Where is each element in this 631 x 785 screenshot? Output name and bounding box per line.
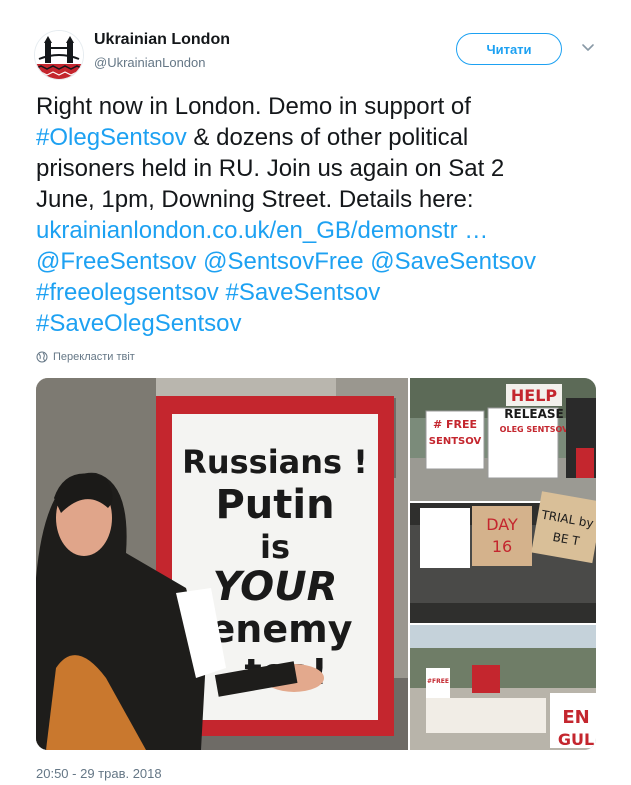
sign-free-small: #FREE [427, 678, 449, 685]
avatar[interactable] [34, 30, 84, 80]
sign-gul: GUL [558, 730, 594, 749]
mention-link[interactable]: @SentsovFree [203, 248, 363, 275]
tweet-text-segment: prisoners held in RU. Join us again on S… [36, 155, 505, 182]
tweet-text-line: Right now in London. Demo in support of [36, 91, 596, 122]
sign-sentsov: SENTSOV [429, 436, 482, 447]
photo-top-right[interactable]: # FREE SENTSOV HELP RELEASE OLEG SENTSOV [410, 378, 596, 501]
hashtag-link[interactable]: #SaveOlegSentsov [36, 310, 241, 337]
tweet-text-line: #SaveOlegSentsov [36, 308, 596, 339]
photo-main[interactable]: Russians ! Putin is YOUR enemy too! [36, 378, 408, 750]
media-grid[interactable]: Russians ! Putin is YOUR enemy too! # FR… [36, 378, 596, 750]
tweet-header: Ukrainian London @UkrainianLondon Читати [0, 0, 631, 90]
hashtag-link[interactable]: #freeolegsentsov [36, 279, 219, 306]
tweet-text-line: #freeolegsentsov #SaveSentsov [36, 277, 596, 308]
tweet-text-line: ukrainianlondon.co.uk/en_GB/demonstr … [36, 215, 596, 246]
globe-icon [36, 351, 48, 363]
url-link[interactable]: ukrainianlondon.co.uk/en_GB/demonstr … [36, 217, 488, 244]
sign-line-2: Putin [215, 482, 334, 528]
hashtag-link[interactable]: #SaveSentsov [225, 279, 380, 306]
tweet-text-line: #OlegSentsov & dozens of other political [36, 122, 596, 153]
tweet-text-segment: & dozens of other political [186, 124, 469, 151]
chevron-down-icon[interactable] [580, 40, 596, 56]
sign-day-num: 16 [492, 537, 512, 556]
media-photos: Russians ! Putin is YOUR enemy too! # FR… [36, 378, 596, 750]
translate-tweet-link[interactable]: Перекласти твіт [36, 351, 135, 363]
tweet-text-line: @FreeSentsov @SentsovFree @SaveSentsov [36, 246, 596, 277]
tweet-text-segment: Right now in London. Demo in support of [36, 93, 471, 120]
sign-line-5: enemy [210, 607, 353, 651]
hashtag-link[interactable]: #OlegSentsov [36, 124, 187, 151]
tweet-text-line: prisoners held in RU. Join us again on S… [36, 153, 596, 184]
tweet-text: Right now in London. Demo in support of #… [36, 91, 596, 339]
mention-link[interactable]: @FreeSentsov [36, 248, 196, 275]
translate-label: Перекласти твіт [53, 351, 135, 363]
tweet-text-segment: June, 1pm, Downing Street. Details here: [36, 186, 474, 213]
sign-help: HELP [511, 386, 558, 405]
sign-release: RELEASE [504, 407, 563, 421]
screen-name[interactable]: @UkrainianLondon [94, 55, 206, 70]
mention-link[interactable]: @SaveSentsov [370, 248, 536, 275]
sign-en: EN [562, 707, 589, 728]
follow-button[interactable]: Читати [456, 33, 562, 65]
display-name[interactable]: Ukrainian London [94, 31, 230, 49]
tweet-timestamp[interactable]: 20:50 - 29 трав. 2018 [36, 766, 162, 781]
sign-line-4: YOUR [213, 564, 338, 610]
sign-free: # FREE [433, 418, 477, 431]
sign-line-3: is [260, 528, 290, 566]
photo-bottom-right[interactable]: #FREE EN GUL [410, 625, 596, 750]
tweet-text-line: June, 1pm, Downing Street. Details here: [36, 184, 596, 215]
sign-line-1: Russians ! [182, 443, 368, 481]
photo-middle-right[interactable]: DAY 16 TRIAL by BE T [410, 491, 596, 623]
tower-bridge-logo-icon [35, 31, 83, 79]
sign-oleg: OLEG SENTSOV [500, 425, 569, 434]
sign-day: DAY [486, 515, 518, 534]
